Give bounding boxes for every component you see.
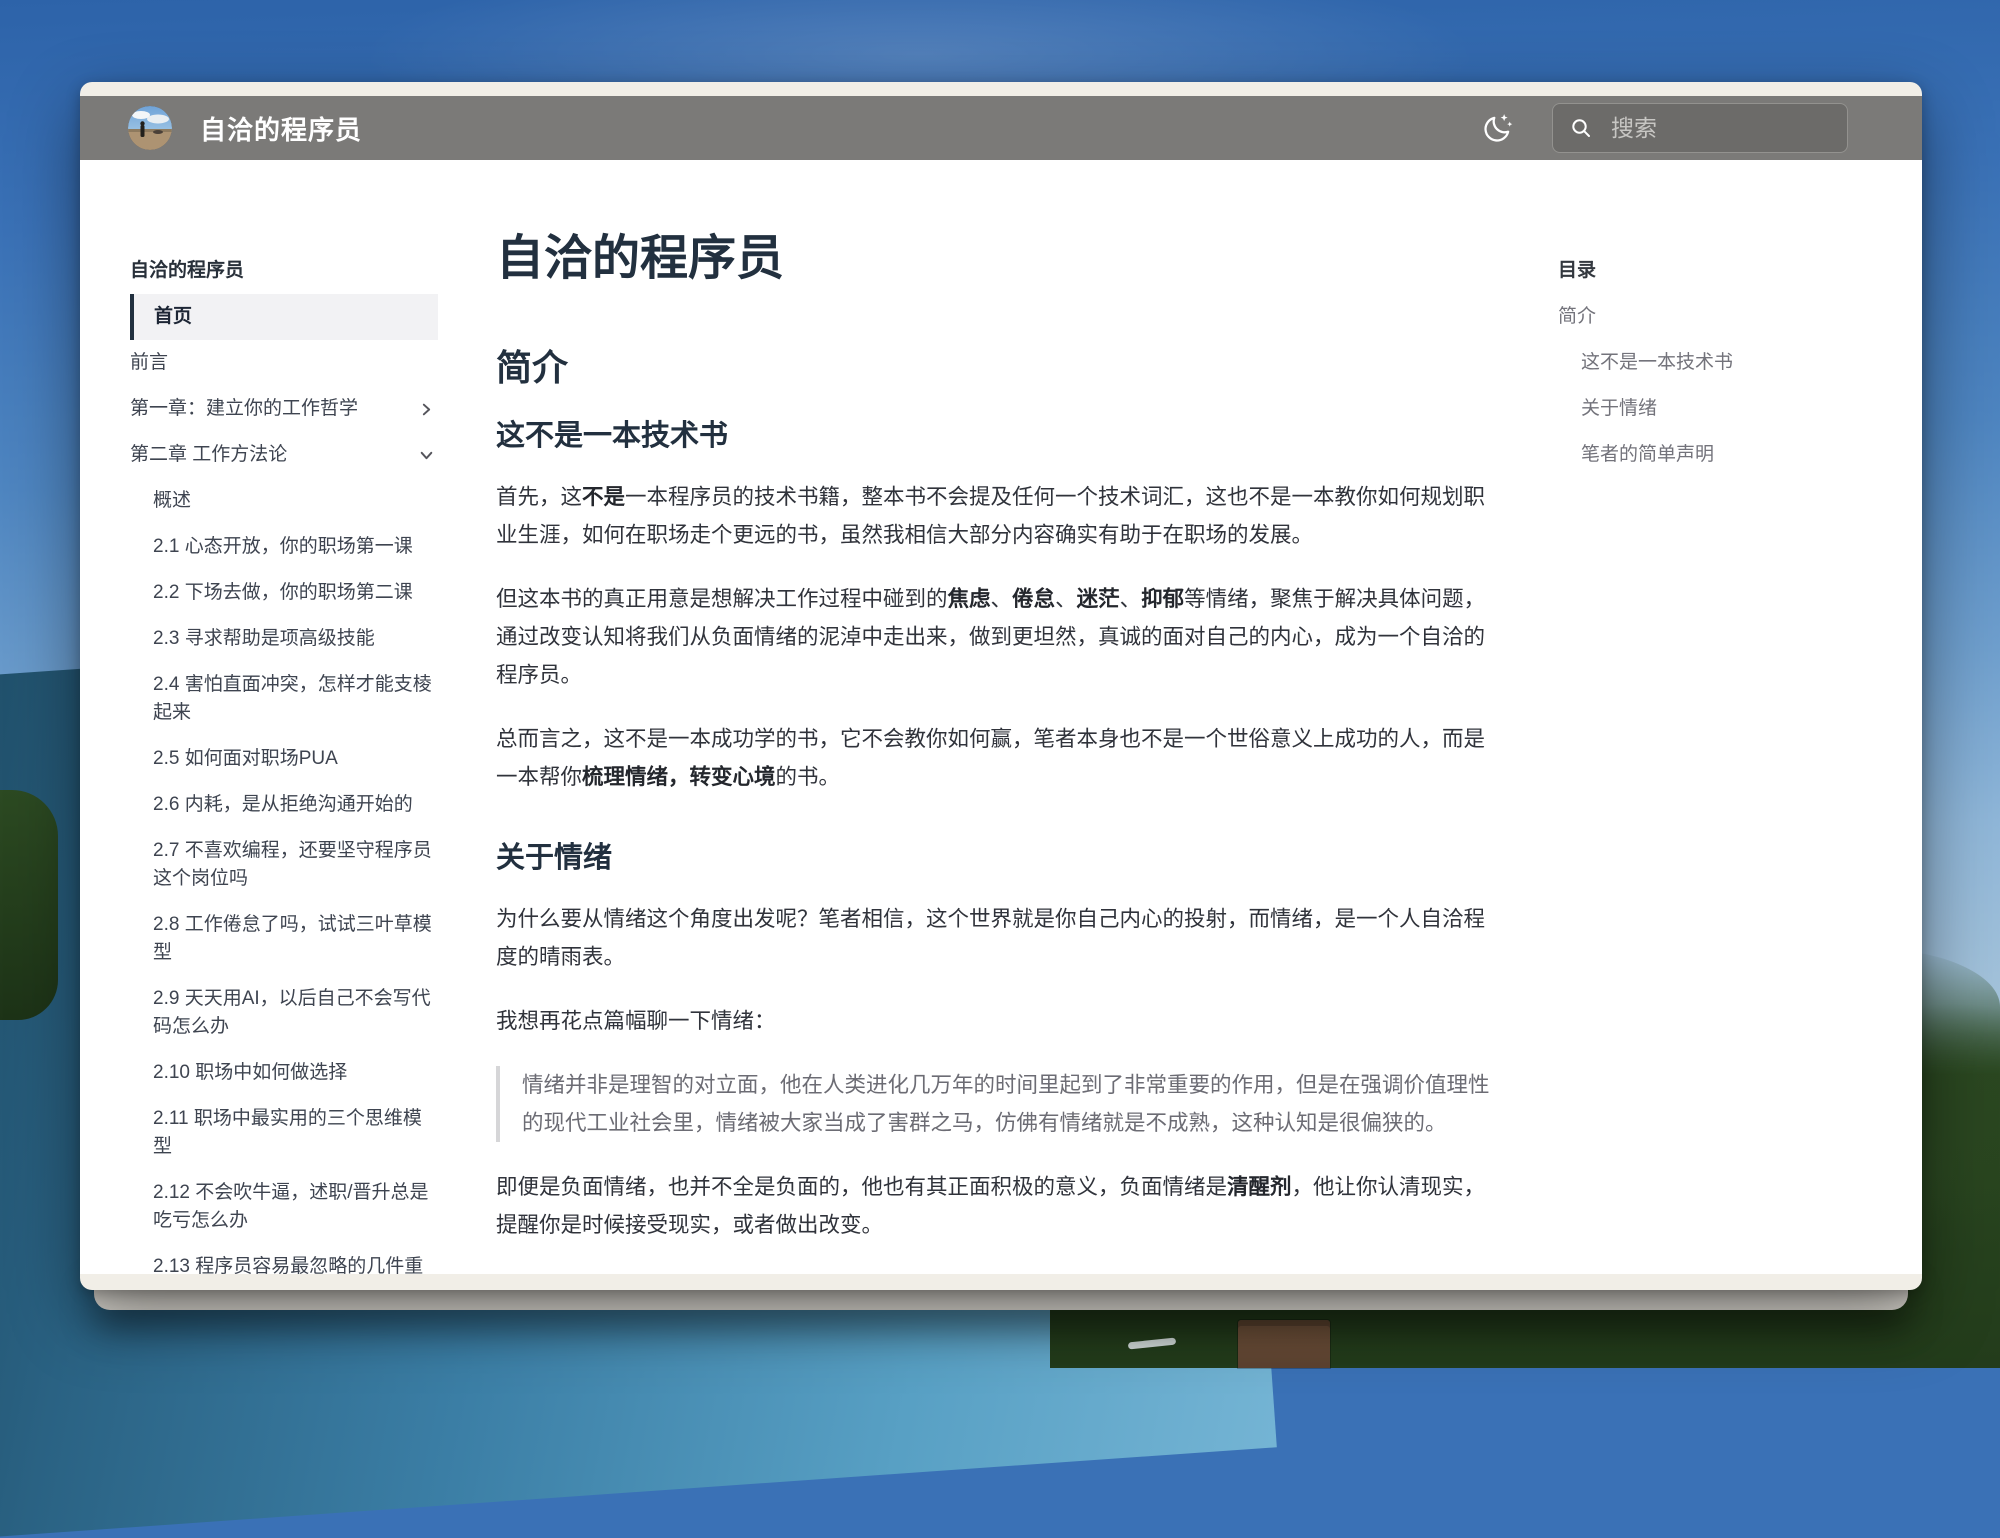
- site-title: 自洽的程序员: [200, 110, 362, 147]
- sidebar: 自洽的程序员 首页前言第一章：建立你的工作哲学第二章 工作方法论概述 2.1 心态…: [80, 160, 448, 1274]
- sidebar-item[interactable]: 2.13 程序员容易最忽略的几件重要的事: [130, 1244, 438, 1274]
- sidebar-item-label: 第一章：建立你的工作哲学: [130, 395, 411, 423]
- text-segment: 的书。: [776, 765, 841, 789]
- desktop-building: [1238, 1320, 1330, 1368]
- main-content: 自洽的程序员 简介这不是一本技术书首先，这不是一本程序员的技术书籍，整本书不会提…: [496, 160, 1506, 1274]
- toc-item[interactable]: 这不是一本技术书: [1558, 340, 1922, 386]
- docs-window: 自洽的程序员: [80, 82, 1922, 1290]
- paragraph: 但这本书的真正用意是想解决工作过程中碰到的焦虑、倦怠、迷茫、抑郁等情绪，聚焦于解…: [496, 580, 1506, 694]
- sidebar-item-label: 2.8 工作倦怠了吗，试试三叶草模型: [153, 911, 438, 967]
- bold-text: 不是: [582, 485, 625, 509]
- paragraph: 即便是负面情绪，也并不全是负面的，他也有其正面积极的意义，负面情绪是清醒剂，他让…: [496, 1168, 1506, 1244]
- sidebar-item[interactable]: 2.2 下场去做，你的职场第二课: [130, 570, 438, 616]
- sidebar-item[interactable]: 2.6 内耗，是从拒绝沟通开始的: [130, 782, 438, 828]
- sidebar-item-label: 2.12 不会吹牛逼，述职/晋升总是吃亏怎么办: [153, 1179, 438, 1235]
- sidebar-item[interactable]: 2.10 职场中如何做选择: [130, 1050, 438, 1096]
- toc-item[interactable]: 关于情绪: [1558, 386, 1922, 432]
- toc-item[interactable]: 简介: [1558, 294, 1922, 340]
- bold-text: 倦怠: [1012, 587, 1055, 611]
- text-segment: 、: [1120, 587, 1142, 611]
- site-brand[interactable]: 自洽的程序员: [128, 106, 362, 150]
- text-segment: 为什么要从情绪这个角度出发呢？笔者相信，这个世界就是你自己内心的投射，而情绪，是…: [496, 907, 1485, 969]
- sidebar-item[interactable]: 概述: [130, 478, 438, 524]
- text-segment: 情绪并非是理智的对立面，他在人类进化几万年的时间里起到了非常重要的作用，但是在强…: [522, 1073, 1490, 1135]
- toc-item[interactable]: 笔者的简单声明: [1558, 432, 1922, 478]
- bold-text: 迷茫: [1077, 587, 1120, 611]
- sidebar-item[interactable]: 2.1 心态开放，你的职场第一课: [130, 524, 438, 570]
- sidebar-item-label: 首页: [154, 303, 438, 331]
- dark-mode-toggle[interactable]: [1480, 110, 1516, 146]
- navbar-actions: [1480, 103, 1848, 153]
- bold-text: 清醒剂: [1227, 1175, 1292, 1199]
- blockquote: 情绪并非是理智的对立面，他在人类进化几万年的时间里起到了非常重要的作用，但是在强…: [496, 1066, 1506, 1142]
- toc-sidebar: 目录 简介这不是一本技术书关于情绪笔者的简单声明: [1506, 160, 1922, 1274]
- sidebar-item[interactable]: 2.11 职场中最实用的三个思维模型: [130, 1096, 438, 1170]
- text-segment: 一本程序员的技术书籍，整本书不会提及任何一个技术词汇，这也不是一本教你如何规划职…: [496, 485, 1485, 547]
- sidebar-item-active[interactable]: 首页: [130, 294, 438, 340]
- sidebar-item-label: 2.6 内耗，是从拒绝沟通开始的: [153, 791, 438, 819]
- sidebar-item[interactable]: 2.5 如何面对职场PUA: [130, 736, 438, 782]
- sidebar-item[interactable]: 2.7 不喜欢编程，还要坚守程序员这个岗位吗: [130, 828, 438, 902]
- search-icon: [1569, 116, 1593, 140]
- sidebar-item[interactable]: 2.4 害怕直面冲突，怎样才能支棱起来: [130, 662, 438, 736]
- sidebar-item-label: 2.1 心态开放，你的职场第一课: [153, 533, 438, 561]
- sidebar-item[interactable]: 2.3 寻求帮助是项高级技能: [130, 616, 438, 662]
- sidebar-item[interactable]: 2.9 天天用AI，以后自己不会写代码怎么办: [130, 976, 438, 1050]
- bold-text: 梳理情绪，转变心境: [582, 765, 776, 789]
- sidebar-item[interactable]: 第一章：建立你的工作哲学: [130, 386, 438, 432]
- bold-text: 焦虑: [948, 587, 991, 611]
- sidebar-item[interactable]: 2.12 不会吹牛逼，述职/晋升总是吃亏怎么办: [130, 1170, 438, 1244]
- page-body: 自洽的程序员 首页前言第一章：建立你的工作哲学第二章 工作方法论概述 2.1 心态…: [80, 160, 1922, 1274]
- paragraph: 总而言之，这不是一本成功学的书，它不会教你如何赢，笔者本身也不是一个世俗意义上成…: [496, 720, 1506, 796]
- sidebar-item-label: 2.9 天天用AI，以后自己不会写代码怎么办: [153, 985, 438, 1041]
- sidebar-section-title: 自洽的程序员: [130, 248, 438, 294]
- content-blocks: 简介这不是一本技术书首先，这不是一本程序员的技术书籍，整本书不会提及任何一个技术…: [496, 346, 1506, 1244]
- sidebar-item[interactable]: 前言: [130, 340, 438, 386]
- sidebar-item-label: 2.4 害怕直面冲突，怎样才能支棱起来: [153, 671, 438, 727]
- toc-items: 简介这不是一本技术书关于情绪笔者的简单声明: [1558, 294, 1922, 478]
- sidebar-item-label: 2.5 如何面对职场PUA: [153, 745, 438, 773]
- sidebar-item-label: 2.11 职场中最实用的三个思维模型: [153, 1105, 438, 1161]
- search-input[interactable]: [1609, 114, 1831, 143]
- sidebar-item-label: 第二章 工作方法论: [130, 441, 411, 469]
- text-segment: 但这本书的真正用意是想解决工作过程中碰到的: [496, 587, 948, 611]
- paragraph: 首先，这不是一本程序员的技术书籍，整本书不会提及任何一个技术词汇，这也不是一本教…: [496, 478, 1506, 554]
- paragraph: 我想再花点篇幅聊一下情绪：: [496, 1002, 1506, 1040]
- bold-text: 抑郁: [1141, 587, 1184, 611]
- subsection-heading: 这不是一本技术书: [496, 420, 1506, 452]
- sidebar-items: 首页前言第一章：建立你的工作哲学第二章 工作方法论概述 2.1 心态开放，你的职场…: [130, 294, 438, 1274]
- text-segment: 、: [1055, 587, 1077, 611]
- sidebar-item-label: 2.7 不喜欢编程，还要坚守程序员这个岗位吗: [153, 837, 438, 893]
- navbar: 自洽的程序员: [80, 96, 1922, 160]
- sidebar-item-label: 概述: [153, 487, 438, 515]
- page-title: 自洽的程序员: [496, 232, 1506, 286]
- toc-heading: 目录: [1558, 248, 1922, 294]
- paragraph: 为什么要从情绪这个角度出发呢？笔者相信，这个世界就是你自己内心的投射，而情绪，是…: [496, 900, 1506, 976]
- site-logo-avatar: [128, 106, 172, 150]
- moon-icon: [1482, 112, 1514, 144]
- subsection-heading: 关于情绪: [496, 842, 1506, 874]
- sidebar-item[interactable]: 2.8 工作倦怠了吗，试试三叶草模型: [130, 902, 438, 976]
- text-segment: 即便是负面情绪，也并不全是负面的，他也有其正面积极的意义，负面情绪是: [496, 1175, 1227, 1199]
- chevron-right-icon: [419, 402, 434, 417]
- sidebar-item[interactable]: 第二章 工作方法论: [130, 432, 438, 478]
- section-heading: 简介: [496, 346, 1506, 390]
- desktop-trees-left: [0, 790, 58, 1020]
- text-segment: 、: [991, 587, 1013, 611]
- sidebar-item-label: 前言: [130, 349, 438, 377]
- text-segment: 我想再花点篇幅聊一下情绪：: [496, 1009, 776, 1033]
- sidebar-item-label: 2.13 程序员容易最忽略的几件重要的事: [153, 1253, 438, 1274]
- sidebar-item-label: 2.3 寻求帮助是项高级技能: [153, 625, 438, 653]
- sidebar-item-label: 2.2 下场去做，你的职场第二课: [153, 579, 438, 607]
- text-segment: 首先，这: [496, 485, 582, 509]
- search-box[interactable]: [1552, 103, 1848, 153]
- sidebar-item-label: 2.10 职场中如何做选择: [153, 1059, 438, 1087]
- chevron-down-icon: [419, 448, 434, 463]
